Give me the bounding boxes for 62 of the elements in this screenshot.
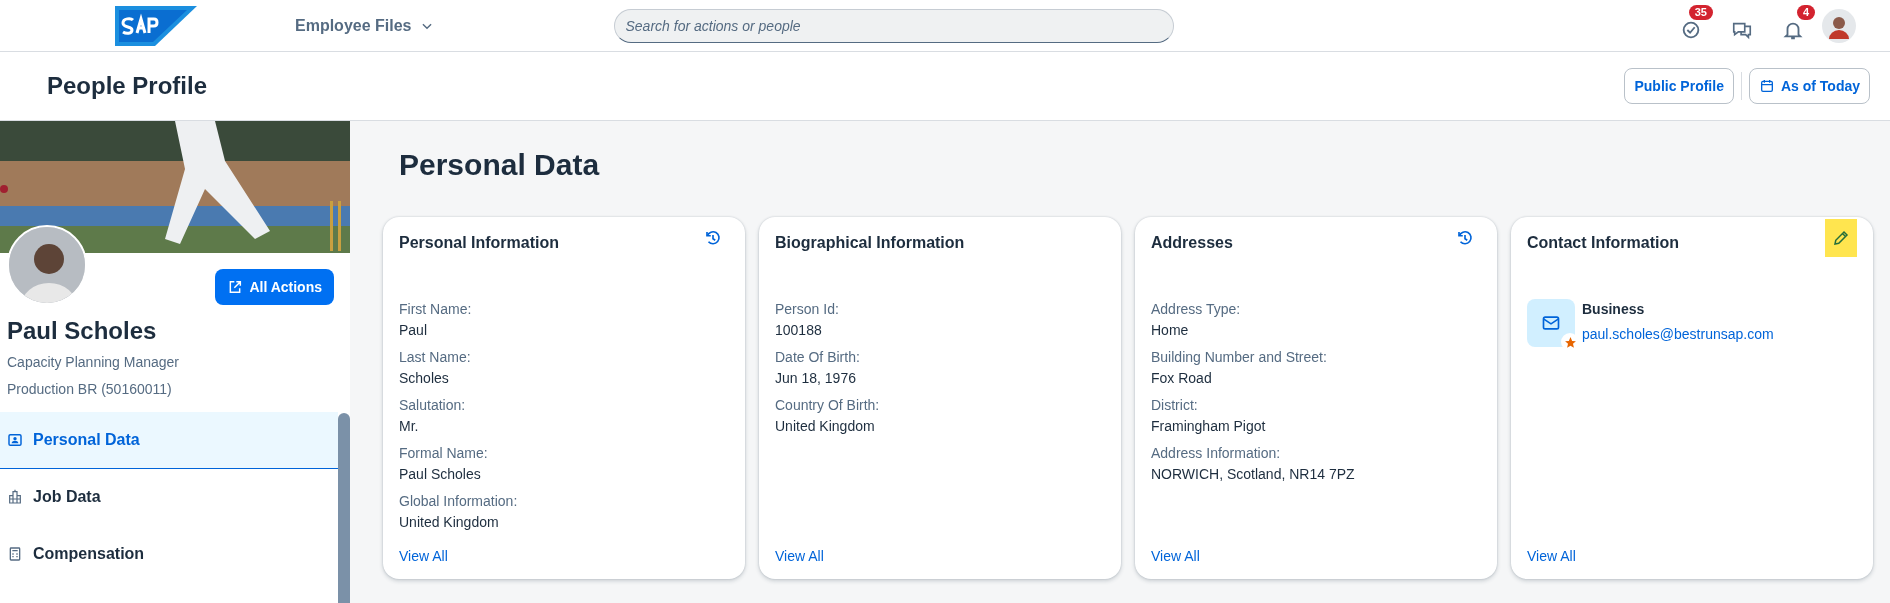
organization: Production BR (50160011) (7, 379, 173, 399)
pencil-icon (1832, 229, 1850, 247)
card-title: Biographical Information (775, 233, 965, 253)
field-label: Building Number and Street: (1151, 348, 1328, 367)
field-label: Address Information: (1151, 444, 1282, 463)
email-link[interactable]: paul.scholes@bestrunsap.com (1582, 324, 1774, 345)
all-actions-button[interactable]: All Actions (215, 269, 334, 305)
field-value: United Kingdom (775, 417, 876, 436)
scrollbar[interactable] (338, 413, 350, 603)
view-all-link[interactable]: View All (1151, 546, 1481, 567)
field-label: District: (1151, 396, 1199, 415)
field-label: Person Id: (775, 300, 840, 319)
card-title: Contact Information (1527, 233, 1679, 253)
card-title: Addresses (1151, 233, 1233, 253)
mail-icon (1541, 313, 1561, 333)
history-icon (704, 229, 722, 247)
field-value: Fox Road (1151, 369, 1213, 388)
header-button[interactable]: Public Profile (1624, 68, 1734, 104)
header-button[interactable]: As of Today (1748, 68, 1870, 104)
field-value: Jun 18, 1976 (775, 369, 857, 388)
field-value: NORWICH, Scotland, NR14 7PZ (1151, 465, 1356, 484)
field-label: Formal Name: (399, 444, 489, 463)
field-label: Date Of Birth: (775, 348, 861, 367)
product-menu[interactable]: Employee Files (295, 9, 434, 42)
avatar[interactable] (1822, 8, 1856, 43)
field-value: Home (1151, 321, 1190, 340)
launch-icon (227, 279, 244, 295)
view-all-link[interactable]: View All (399, 546, 729, 567)
page-title: People Profile (47, 71, 208, 101)
job-title: Capacity Planning Manager (7, 352, 180, 372)
search-field[interactable]: Search for actions or people (613, 8, 1174, 43)
field-value: United Kingdom (399, 513, 500, 532)
field-label: First Name: (399, 300, 473, 319)
view-all-link[interactable]: View All (775, 546, 1105, 567)
field-label: Salutation: (399, 396, 467, 415)
field-label: Address Type: (1151, 300, 1242, 319)
star-icon (1563, 335, 1577, 349)
field-value: 100188 (775, 321, 823, 340)
count-badge: 35 (1688, 4, 1713, 20)
contact-type: Business (1582, 300, 1646, 319)
field-value: Paul Scholes (399, 465, 482, 484)
person-name: Paul Scholes (7, 317, 158, 346)
history-icon (1456, 229, 1474, 247)
section-title: Personal Data (399, 147, 601, 183)
field-label: Global Information: (399, 492, 519, 511)
contact-card-icon (7, 431, 23, 448)
field-value: Framingham Pigot (1151, 417, 1267, 436)
card-title: Personal Information (399, 233, 560, 253)
view-all-link[interactable]: View All (1527, 546, 1857, 567)
field-label: Last Name: (399, 348, 472, 367)
calendar-icon (1758, 78, 1775, 94)
nav-item[interactable]: Personal Data (0, 411, 338, 469)
toolbar-button[interactable]: 35 (1669, 4, 1713, 47)
field-value: Mr. (399, 417, 420, 436)
field-label: Country Of Birth: (775, 396, 881, 415)
field-value: Scholes (399, 369, 450, 388)
edit-button[interactable] (1825, 219, 1857, 257)
calculator-icon (7, 545, 23, 562)
field-value: Paul (399, 321, 429, 340)
building-icon (7, 488, 23, 505)
count-badge: 4 (1796, 4, 1815, 20)
toolbar-button[interactable]: 4 (1771, 4, 1815, 47)
